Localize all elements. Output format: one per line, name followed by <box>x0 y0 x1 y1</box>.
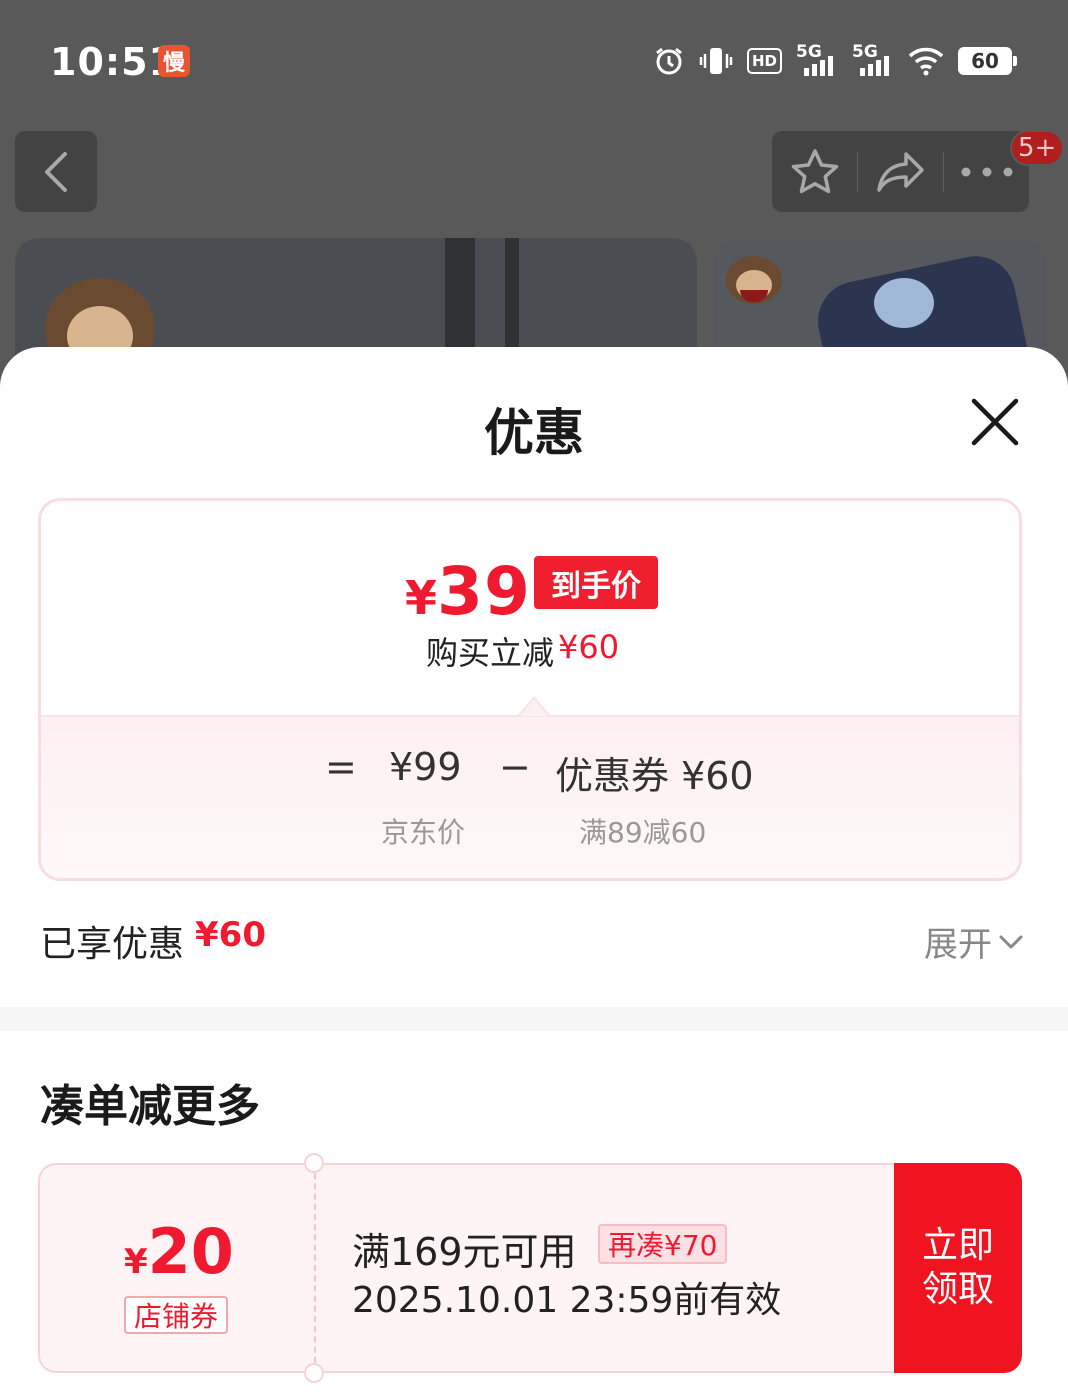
equation-panel <box>41 715 1019 878</box>
status-icons: HD 5G 5G 60 <box>653 42 1017 80</box>
promo-amount: ¥60 <box>558 628 620 666</box>
discount-sheet: 优惠 ¥ 39 到手价 购买立减 ¥60 = ¥99 − 优惠券 ¥60 京东价… <box>0 347 1068 1396</box>
star-icon <box>791 148 838 193</box>
coupon-amount-value: 20 <box>147 1215 234 1288</box>
expand-button[interactable]: 展开 <box>924 917 1024 966</box>
final-price: ¥ 39 <box>405 553 531 630</box>
equals-sign: = <box>325 745 357 789</box>
app-notification-icon: 慢 <box>158 45 190 77</box>
message-count-badge: 5+ <box>1010 130 1065 166</box>
wifi-icon <box>908 46 944 76</box>
coupon-condition: 满169元可用 <box>352 1230 577 1274</box>
coupon-value-panel: ¥ 20 店铺券 <box>38 1163 314 1373</box>
store-coupon: ¥ 20 店铺券 满169元可用 再凑¥70 2025.10.01 23:59前… <box>38 1153 1022 1383</box>
base-price-label: 京东价 <box>381 816 466 849</box>
coupon-discount: 优惠券 ¥60 <box>555 754 754 798</box>
signal-icon-2: 5G <box>852 44 894 78</box>
final-price-currency: ¥ <box>405 571 438 625</box>
hd-label: HD <box>751 52 777 70</box>
price-breakdown-card: ¥ 39 到手价 购买立减 ¥60 = ¥99 − 优惠券 ¥60 京东价 满8… <box>38 498 1022 881</box>
battery-icon: 60 <box>958 47 1017 75</box>
coupon-amount: ¥ 20 <box>124 1215 234 1288</box>
top-action-bar <box>772 131 1029 212</box>
claim-label-line2: 领取 <box>921 1269 994 1310</box>
coupon-condition-label: 满89减60 <box>579 816 707 849</box>
hd-voice-icon: HD <box>746 48 782 74</box>
favorite-button[interactable] <box>772 131 857 212</box>
status-bar: 10:51 慢 HD 5G 5G 60 <box>0 0 1068 120</box>
close-button[interactable] <box>968 395 1022 449</box>
minus-sign: − <box>499 745 531 789</box>
alarm-icon <box>653 45 685 77</box>
price-equation: = ¥99 − 优惠券 ¥60 <box>41 745 1019 798</box>
close-icon <box>971 398 1019 446</box>
promo-line: 购买立减 ¥60 <box>426 628 619 674</box>
promo-text: 购买立减 <box>426 634 555 672</box>
back-button[interactable] <box>15 131 97 212</box>
coupon-more-needed: 再凑¥70 <box>598 1224 728 1264</box>
coupon-validity: 2025.10.01 23:59前有效 <box>352 1280 782 1321</box>
enjoyed-discount-row: 已享优惠 ¥60 展开 <box>40 915 1024 965</box>
claim-coupon-button[interactable]: 立即 领取 <box>894 1163 1022 1373</box>
chevron-down-icon <box>999 935 1023 948</box>
chevron-left-icon <box>45 151 67 192</box>
base-price: ¥99 <box>389 745 462 789</box>
section-divider <box>0 1007 1068 1031</box>
more-icon <box>961 167 1012 176</box>
enjoyed-label: 已享优惠 <box>40 924 185 965</box>
sheet-title: 优惠 <box>484 404 584 462</box>
final-price-value: 39 <box>437 553 531 630</box>
coupon-type-badge: 店铺券 <box>124 1296 229 1334</box>
enjoyed-value: ¥60 <box>195 915 266 955</box>
share-icon <box>876 151 924 192</box>
coupon-info-panel: 满169元可用 再凑¥70 2025.10.01 23:59前有效 <box>314 1163 894 1373</box>
section-title: 凑单减更多 <box>40 1081 260 1132</box>
coupon-currency: ¥ <box>124 1242 148 1282</box>
claim-label-line1: 立即 <box>921 1225 994 1266</box>
battery-level: 60 <box>971 49 999 73</box>
expand-label: 展开 <box>924 925 992 965</box>
final-price-tag: 到手价 <box>534 556 658 609</box>
share-button[interactable] <box>858 131 943 212</box>
vibrate-icon <box>699 45 733 77</box>
brand-logo-small <box>726 256 782 304</box>
signal-icon-1: 5G <box>796 44 838 78</box>
